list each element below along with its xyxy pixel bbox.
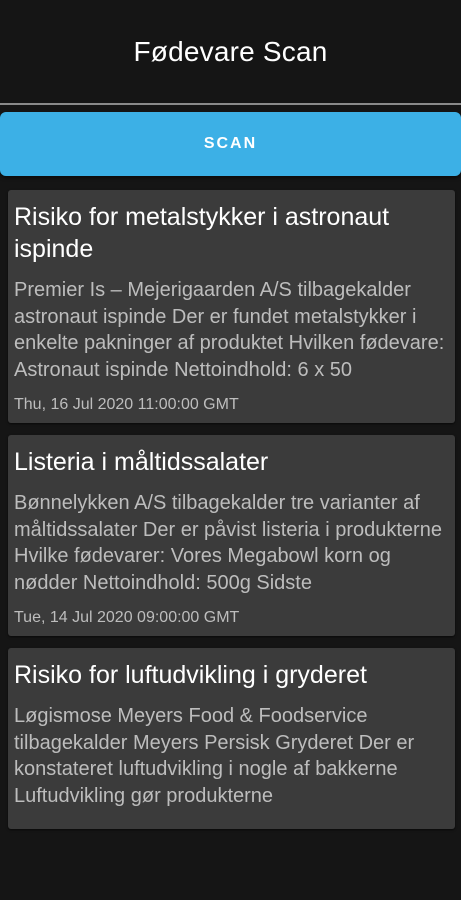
- recall-date: Tue, 14 Jul 2020 09:00:00 GMT: [14, 609, 240, 626]
- app-bar-divider: [0, 103, 461, 105]
- recall-card[interactable]: Risiko for metalstykker i astronaut ispi…: [8, 190, 455, 423]
- app-bar: Fødevare Scan: [0, 0, 461, 103]
- recall-description: Premier Is – Mejerigaarden A/S tilbageka…: [14, 279, 445, 381]
- recall-description: Løgismose Meyers Food & Foodservice tilb…: [14, 705, 415, 807]
- app-title: Fødevare Scan: [133, 35, 328, 67]
- scan-button[interactable]: SCAN: [0, 112, 461, 176]
- recall-card[interactable]: Listeria i måltidssalater Bønnelykken A/…: [8, 435, 455, 636]
- recall-card[interactable]: Risiko for luftudvikling i gryderet Løgi…: [8, 648, 455, 829]
- recall-title: Listeria i måltidssalater: [14, 448, 269, 476]
- recall-title: Risiko for metalstykker i astronaut ispi…: [14, 203, 390, 263]
- recall-description: Bønnelykken A/S tilbagekalder tre varian…: [14, 492, 442, 594]
- recall-feed: Risiko for metalstykker i astronaut ispi…: [8, 190, 455, 841]
- recall-title: Risiko for luftudvikling i gryderet: [14, 661, 367, 689]
- recall-date: Thu, 16 Jul 2020 11:00:00 GMT: [14, 396, 239, 413]
